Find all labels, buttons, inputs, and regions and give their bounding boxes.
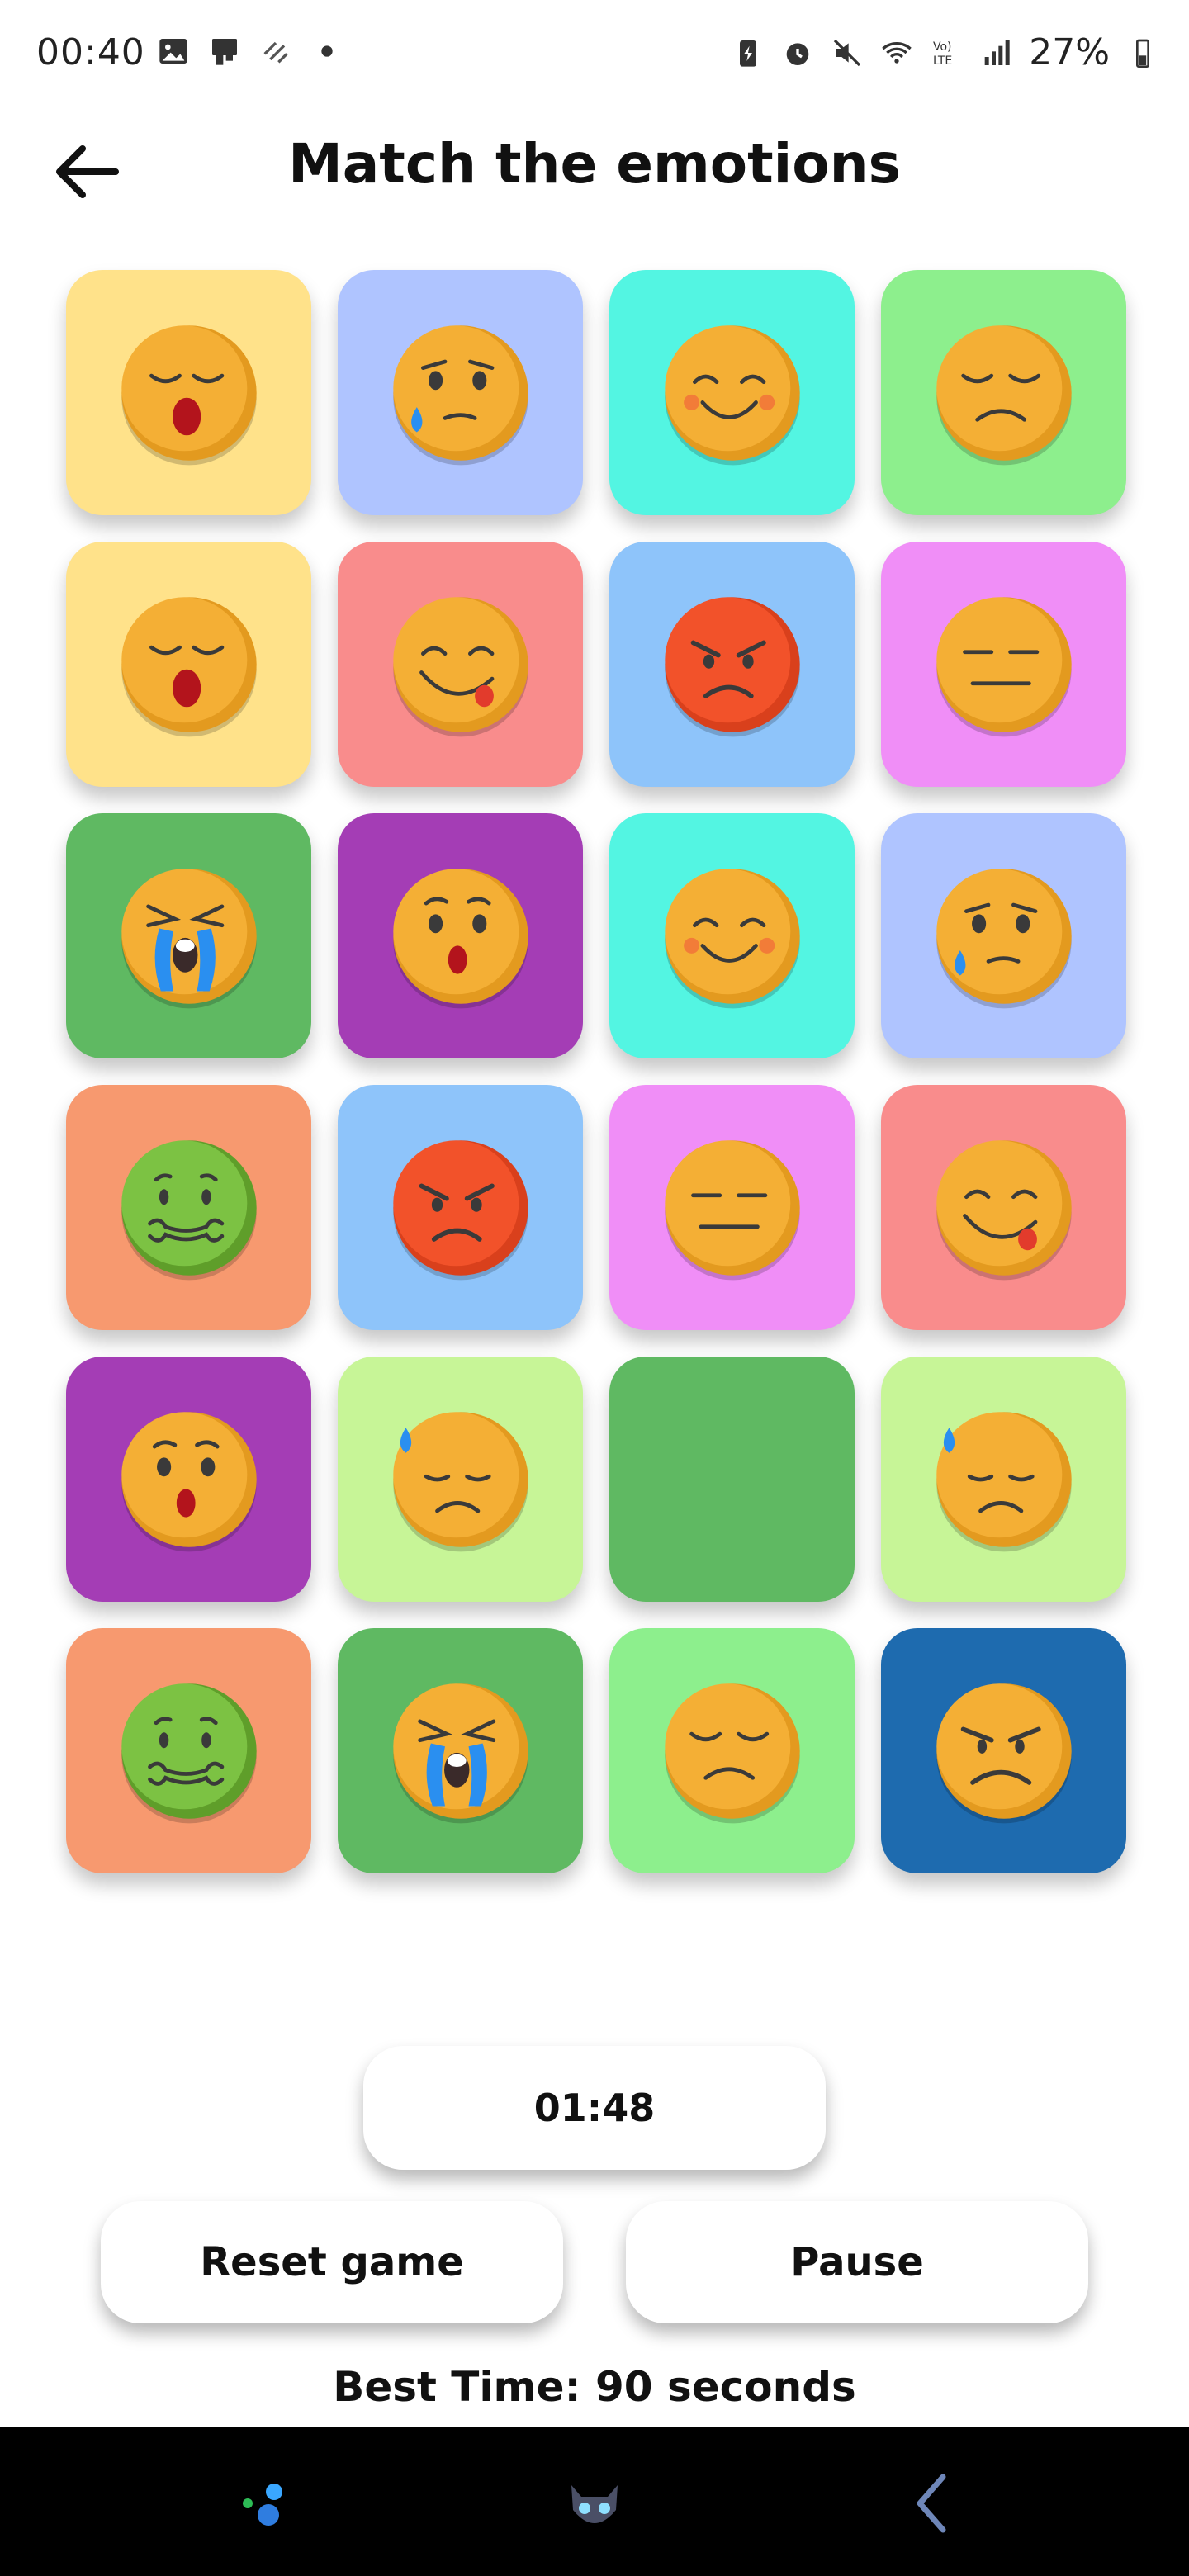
emotion-card-21[interactable] — [66, 1628, 311, 1873]
emotion-card-8[interactable] — [881, 542, 1126, 787]
happy-blush-emoji-icon — [664, 324, 800, 465]
sweat-sad-emoji-icon — [392, 1411, 528, 1551]
tongue-out-emoji-icon — [936, 1139, 1072, 1280]
emotion-card-24[interactable] — [881, 1628, 1126, 1873]
surprised-emoji-icon — [121, 1411, 257, 1551]
emotion-card-17[interactable] — [66, 1357, 311, 1602]
emotion-card-4[interactable] — [881, 270, 1126, 515]
dot-icon — [321, 45, 333, 57]
reset-game-button[interactable]: Reset game — [101, 2201, 563, 2323]
battery-icon — [1136, 39, 1149, 68]
emotion-card-12[interactable] — [881, 813, 1126, 1058]
neutral-emoji-icon — [664, 1139, 800, 1280]
frowning-angry-emoji-icon — [936, 1683, 1072, 1823]
emotion-card-3[interactable] — [609, 270, 855, 515]
sad-tear-emoji-icon — [392, 324, 528, 465]
cast-icon — [212, 39, 237, 65]
neutral-emoji-icon — [936, 596, 1072, 736]
angry-emoji-icon — [664, 596, 800, 736]
assistant-avatar-icon[interactable] — [553, 2460, 636, 2543]
pause-button[interactable]: Pause — [626, 2201, 1088, 2323]
emotion-card-5[interactable] — [66, 542, 311, 787]
emotion-card-10[interactable] — [338, 813, 583, 1058]
emotion-card-15[interactable] — [609, 1085, 855, 1330]
status-bar: 00:40 Vo) LTE 27% — [0, 0, 1189, 107]
emotion-card-20[interactable] — [881, 1357, 1126, 1602]
crying-emoji-icon — [392, 1683, 528, 1823]
best-time-text: Best Time: 90 seconds — [333, 2363, 856, 2411]
status-left-icons — [157, 35, 343, 68]
emotion-card-9[interactable] — [66, 813, 311, 1058]
svg-text:Vo): Vo) — [933, 40, 952, 54]
timer-value: 01:48 — [533, 2086, 656, 2130]
svg-text:LTE: LTE — [933, 54, 952, 68]
status-right-icons: Vo) LTE 27% — [732, 31, 1159, 73]
battery-percentage: 27% — [1029, 31, 1110, 73]
emotion-card-grid — [66, 270, 1126, 1873]
emotion-card-7[interactable] — [609, 542, 855, 787]
navigation-bar — [0, 2427, 1189, 2576]
battery-saver-icon — [740, 40, 757, 67]
data-saver-icon — [263, 41, 288, 64]
emotion-card-6[interactable] — [338, 542, 583, 787]
tongue-out-emoji-icon — [392, 596, 528, 736]
nauseated-emoji-icon — [121, 1683, 257, 1823]
emotion-card-1[interactable] — [66, 270, 311, 515]
emotion-card-11[interactable] — [609, 813, 855, 1058]
image-icon — [159, 39, 187, 64]
angry-emoji-icon — [392, 1139, 528, 1280]
sad-tear-emoji-icon — [936, 868, 1072, 1008]
emotion-card-18[interactable] — [338, 1357, 583, 1602]
reset-game-label: Reset game — [200, 2239, 464, 2285]
pause-label: Pause — [790, 2239, 924, 2285]
emotion-card-13[interactable] — [66, 1085, 311, 1330]
timer-display: 01:48 — [363, 2046, 826, 2170]
multi-window-icon[interactable] — [223, 2460, 306, 2543]
emotion-card-19[interactable] — [609, 1357, 855, 1602]
mute-icon — [834, 39, 861, 66]
emotion-card-16[interactable] — [881, 1085, 1126, 1330]
wifi-icon — [882, 41, 912, 64]
disappointed-emoji-icon — [664, 1683, 800, 1823]
alarm-icon — [786, 42, 809, 65]
signal-icon — [984, 40, 1010, 65]
emotion-card-23[interactable] — [609, 1628, 855, 1873]
page-title: Match the emotions — [288, 132, 901, 196]
volte-icon: Vo)LTE — [933, 40, 952, 68]
sleepy-yawn-emoji-icon — [121, 596, 257, 736]
surprised-emoji-icon — [392, 868, 528, 1008]
sweat-sad-emoji-icon — [936, 1411, 1072, 1551]
emotion-card-2[interactable] — [338, 270, 583, 515]
disappointed-emoji-icon — [936, 324, 1072, 465]
back-gesture-icon[interactable] — [892, 2460, 974, 2543]
nauseated-emoji-icon — [121, 1139, 257, 1280]
happy-blush-emoji-icon — [664, 868, 800, 1008]
emotion-card-22[interactable] — [338, 1628, 583, 1873]
crying-emoji-icon — [121, 868, 257, 1008]
sleepy-yawn-emoji-icon — [121, 324, 257, 465]
status-time: 00:40 — [36, 31, 145, 73]
emotion-card-14[interactable] — [338, 1085, 583, 1330]
